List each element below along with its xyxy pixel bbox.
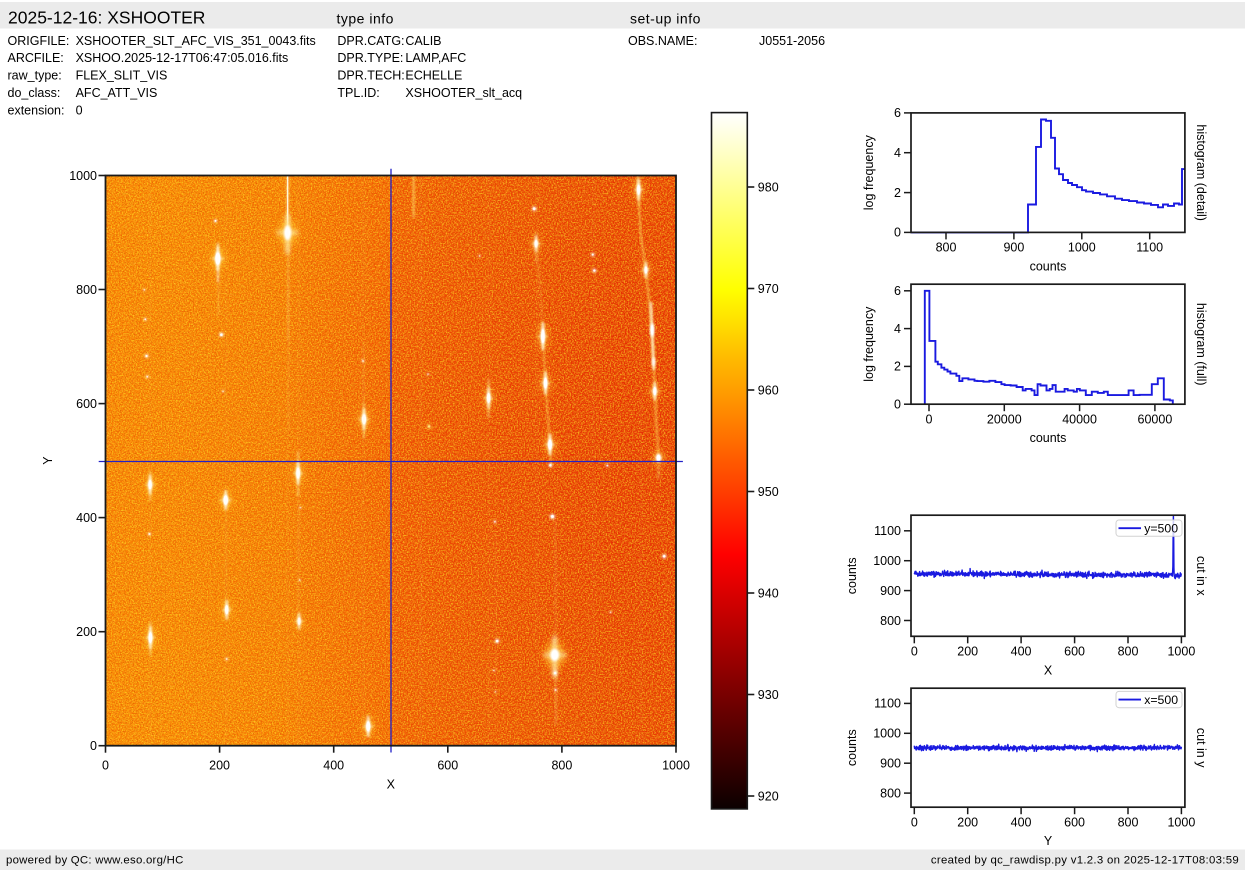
svg-text:200: 200: [209, 759, 230, 773]
svg-text:400: 400: [323, 759, 344, 773]
svg-text:2025-12-16: XSHOOTER: 2025-12-16: XSHOOTER: [8, 8, 205, 28]
svg-text:400: 400: [76, 511, 97, 525]
svg-text:TPL.ID:: TPL.ID:: [337, 86, 379, 100]
svg-text:extension:: extension:: [8, 104, 65, 118]
svg-text:J0551-2056: J0551-2056: [759, 34, 825, 48]
svg-text:800: 800: [1118, 645, 1139, 659]
svg-text:0: 0: [102, 759, 109, 773]
svg-text:600: 600: [437, 759, 458, 773]
svg-text:X: X: [387, 778, 396, 792]
svg-text:200: 200: [76, 625, 97, 639]
svg-text:400: 400: [1011, 815, 1032, 829]
svg-text:Y: Y: [1044, 834, 1053, 848]
svg-text:1100: 1100: [874, 524, 901, 538]
svg-text:created by qc_rawdisp.py v1.2.: created by qc_rawdisp.py v1.2.3 on 2025-…: [931, 855, 1239, 867]
svg-text:log frequency: log frequency: [862, 306, 876, 382]
svg-text:400: 400: [1011, 645, 1032, 659]
svg-text:0: 0: [926, 412, 933, 426]
svg-text:900: 900: [880, 584, 901, 598]
svg-text:ECHELLE: ECHELLE: [405, 69, 462, 83]
svg-text:y=500: y=500: [1144, 522, 1178, 536]
svg-text:600: 600: [1064, 645, 1085, 659]
svg-text:counts: counts: [1030, 259, 1067, 273]
svg-text:1000: 1000: [69, 169, 97, 183]
svg-text:XSHOOTER_SLT_AFC_VIS_351_0043.: XSHOOTER_SLT_AFC_VIS_351_0043.fits: [76, 34, 316, 48]
svg-text:4: 4: [894, 322, 901, 336]
svg-text:1000: 1000: [1167, 815, 1195, 829]
svg-text:raw_type:: raw_type:: [8, 69, 62, 83]
svg-text:cut in x: cut in x: [1194, 556, 1208, 596]
svg-text:AFC_ATT_VIS: AFC_ATT_VIS: [76, 86, 158, 100]
svg-text:900: 900: [1003, 241, 1024, 255]
svg-text:ORIGFILE:: ORIGFILE:: [8, 34, 70, 48]
svg-text:XSHOO.2025-12-17T06:47:05.016.: XSHOO.2025-12-17T06:47:05.016.fits: [76, 51, 289, 65]
svg-text:800: 800: [880, 614, 901, 628]
svg-text:X: X: [1044, 663, 1053, 677]
svg-text:20000: 20000: [987, 412, 1022, 426]
svg-text:200: 200: [957, 645, 978, 659]
svg-text:960: 960: [758, 383, 779, 397]
svg-text:0: 0: [76, 104, 83, 118]
svg-text:powered by QC: www.eso.org/HC: powered by QC: www.eso.org/HC: [6, 855, 184, 867]
svg-text:1000: 1000: [1068, 241, 1096, 255]
svg-text:DPR.CATG:: DPR.CATG:: [337, 34, 404, 48]
svg-text:0: 0: [90, 739, 97, 753]
svg-text:60000: 60000: [1138, 412, 1173, 426]
svg-text:ARCFILE:: ARCFILE:: [8, 51, 64, 65]
svg-text:do_class:: do_class:: [8, 86, 61, 100]
svg-text:FLEX_SLIT_VIS: FLEX_SLIT_VIS: [76, 69, 168, 83]
svg-text:1000: 1000: [1167, 645, 1195, 659]
svg-text:800: 800: [551, 759, 572, 773]
svg-text:OBS.NAME:: OBS.NAME:: [628, 34, 697, 48]
svg-text:x=500: x=500: [1144, 693, 1178, 707]
svg-text:40000: 40000: [1062, 412, 1097, 426]
svg-text:6: 6: [894, 284, 901, 298]
svg-text:histogram (full): histogram (full): [1194, 303, 1208, 386]
svg-text:2: 2: [894, 186, 901, 200]
svg-text:6: 6: [894, 106, 901, 120]
svg-text:930: 930: [758, 688, 779, 702]
svg-text:2: 2: [894, 360, 901, 374]
svg-text:set-up info: set-up info: [630, 11, 701, 27]
svg-text:800: 800: [1118, 815, 1139, 829]
svg-text:XSHOOTER_slt_acq: XSHOOTER_slt_acq: [405, 86, 522, 100]
svg-text:0: 0: [894, 398, 901, 412]
svg-text:920: 920: [758, 789, 779, 803]
svg-text:0: 0: [894, 226, 901, 240]
svg-text:1000: 1000: [662, 759, 690, 773]
svg-text:970: 970: [758, 282, 779, 296]
svg-text:200: 200: [957, 815, 978, 829]
svg-text:950: 950: [758, 485, 779, 499]
svg-text:counts: counts: [845, 557, 859, 594]
svg-text:800: 800: [880, 786, 901, 800]
svg-text:LAMP,AFC: LAMP,AFC: [405, 51, 466, 65]
svg-text:DPR.TYPE:: DPR.TYPE:: [337, 51, 403, 65]
svg-text:histogram (detail): histogram (detail): [1194, 124, 1208, 221]
svg-text:cut in y: cut in y: [1194, 728, 1208, 768]
svg-text:0: 0: [911, 645, 918, 659]
svg-text:counts: counts: [845, 729, 859, 766]
svg-text:type info: type info: [337, 11, 394, 27]
svg-text:1000: 1000: [873, 554, 901, 568]
svg-text:600: 600: [76, 397, 97, 411]
svg-text:log frequency: log frequency: [862, 134, 876, 210]
svg-text:980: 980: [758, 180, 779, 194]
svg-text:1100: 1100: [874, 697, 901, 711]
svg-text:1000: 1000: [873, 727, 901, 741]
svg-text:1100: 1100: [1136, 241, 1163, 255]
svg-text:CALIB: CALIB: [405, 34, 441, 48]
svg-text:900: 900: [880, 757, 901, 771]
svg-text:600: 600: [1064, 815, 1085, 829]
svg-text:4: 4: [894, 146, 901, 160]
svg-text:Y: Y: [41, 456, 55, 465]
svg-text:800: 800: [936, 241, 957, 255]
svg-text:940: 940: [758, 586, 779, 600]
svg-text:DPR.TECH:: DPR.TECH:: [337, 69, 404, 83]
svg-text:800: 800: [76, 283, 97, 297]
svg-text:counts: counts: [1030, 431, 1067, 445]
svg-text:0: 0: [911, 815, 918, 829]
